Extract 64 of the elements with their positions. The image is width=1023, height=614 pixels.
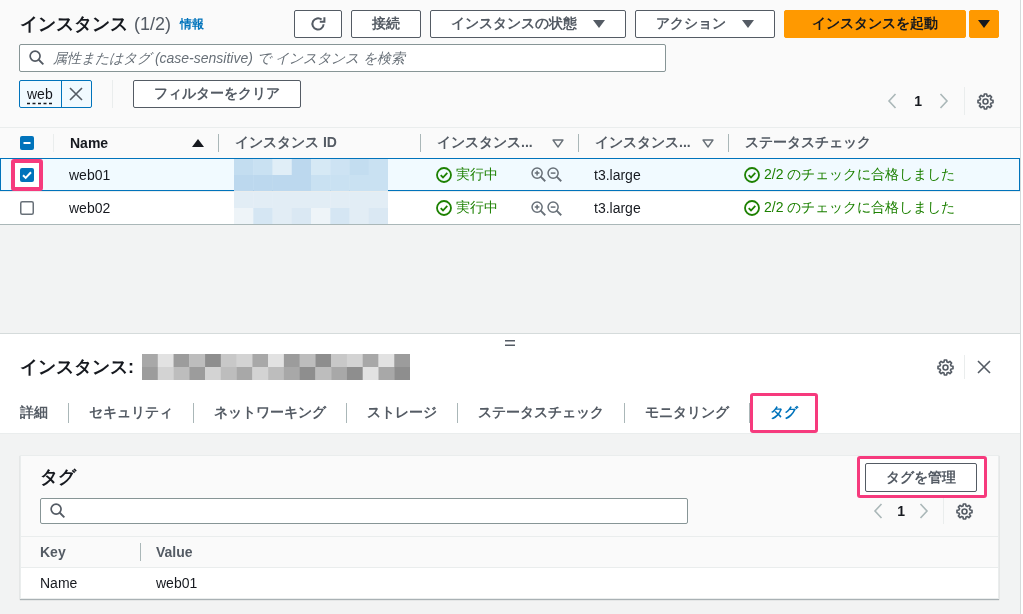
- tab[interactable]: ストレージ: [347, 393, 457, 433]
- status-text: 実行中: [456, 165, 498, 184]
- page-number-button[interactable]: 1: [883, 503, 919, 519]
- caret-down-icon: [593, 20, 605, 28]
- refresh-icon: [310, 16, 326, 32]
- column-header[interactable]: インスタンス ID: [235, 134, 337, 152]
- token-label: web: [26, 85, 54, 104]
- primary-button[interactable]: インスタンスを起動: [784, 10, 966, 38]
- table-cell: web01: [69, 166, 111, 183]
- column-header[interactable]: インスタンス...: [595, 134, 691, 152]
- action-button[interactable]: 接続: [351, 10, 421, 38]
- zoom-out-icon[interactable]: [547, 167, 562, 182]
- settings-icon[interactable]: [956, 502, 973, 520]
- dropdown-button[interactable]: アクション: [635, 10, 775, 38]
- caret-down-icon: [978, 20, 990, 28]
- page-number-button[interactable]: 1: [897, 93, 939, 109]
- refresh-button[interactable]: [294, 10, 342, 38]
- tab[interactable]: ステータスチェック: [458, 393, 624, 433]
- tab[interactable]: ネットワーキング: [194, 393, 346, 433]
- clear-filters-button[interactable]: フィルターをクリア: [132, 80, 301, 108]
- card-title: タグ: [40, 466, 76, 489]
- column-header[interactable]: インスタンス...: [437, 134, 533, 152]
- settings-icon[interactable]: [937, 358, 954, 376]
- status-text: 2/2 のチェックに合格しました: [764, 199, 956, 217]
- filter-caret-icon[interactable]: [702, 138, 714, 148]
- zoom-out-icon[interactable]: [547, 200, 562, 216]
- info-link[interactable]: 情報: [180, 15, 204, 33]
- close-icon[interactable]: [977, 360, 991, 374]
- page-title: インスタンス: [20, 13, 128, 36]
- tab[interactable]: タグ: [750, 393, 818, 433]
- dropdown-button[interactable]: インスタンスの状態: [430, 10, 626, 38]
- status-text: 実行中: [456, 199, 498, 217]
- tab[interactable]: セキュリティ: [69, 393, 193, 433]
- sort-ascending-icon[interactable]: [192, 139, 204, 147]
- search-field[interactable]: [40, 498, 688, 524]
- tab[interactable]: モニタリング: [625, 393, 749, 433]
- drag-handle-icon[interactable]: [505, 340, 515, 346]
- panel-title: インスタンス:: [20, 356, 134, 379]
- table-cell: web02: [69, 200, 111, 216]
- caret-down-icon: [742, 20, 754, 28]
- zoom-in-icon[interactable]: [531, 200, 546, 216]
- close-icon: [69, 87, 84, 101]
- split-dropdown-button[interactable]: [969, 10, 999, 38]
- column-header[interactable]: Name: [70, 135, 109, 151]
- checkbox[interactable]: [19, 136, 34, 150]
- checkbox[interactable]: [19, 167, 34, 182]
- table-cell-text: Name: [40, 575, 79, 591]
- settings-icon[interactable]: [977, 92, 994, 110]
- zoom-in-icon[interactable]: [531, 167, 546, 182]
- table-cell: t3.large: [594, 166, 641, 183]
- table-cell-text: web01: [155, 575, 199, 591]
- instance-count: (1/2): [134, 13, 171, 35]
- manage-tags-button[interactable]: タグを管理: [865, 463, 977, 492]
- search-icon: [29, 50, 44, 65]
- search-field[interactable]: 属性またはタグ (case-sensitive) で インスタンス を検索: [19, 44, 666, 72]
- search-icon: [50, 503, 65, 518]
- column-header[interactable]: Key: [40, 544, 140, 560]
- checkbox[interactable]: [19, 201, 34, 215]
- column-header[interactable]: Value: [140, 543, 998, 561]
- status-text: 2/2 のチェックに合格しました: [764, 165, 956, 184]
- tab[interactable]: 詳細: [0, 393, 68, 433]
- filter-caret-icon[interactable]: [552, 138, 564, 148]
- table-cell: t3.large: [594, 200, 641, 216]
- column-header[interactable]: ステータスチェック: [745, 134, 871, 152]
